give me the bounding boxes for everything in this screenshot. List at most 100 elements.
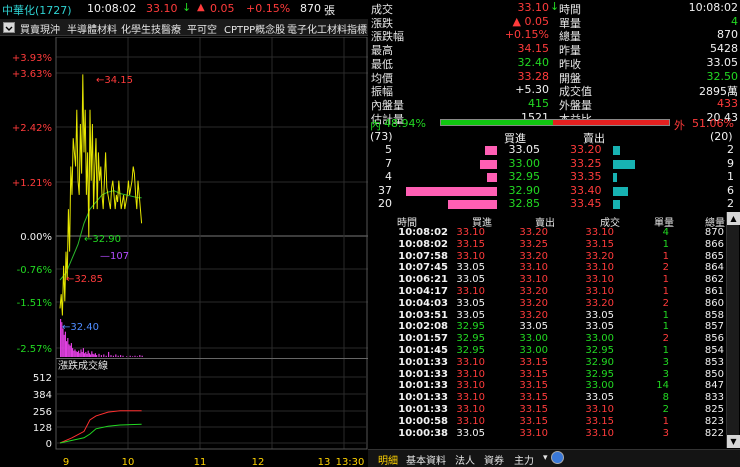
trade-price: 32.95 bbox=[585, 345, 614, 356]
sector-tag[interactable]: 化學生技醫療 bbox=[121, 21, 181, 36]
tab-menu-chevron-icon[interactable]: ▾ bbox=[543, 453, 548, 463]
bid-price[interactable]: 32.85 bbox=[509, 197, 541, 210]
trade-bid: 33.10 bbox=[456, 356, 485, 368]
tab-main-force[interactable]: 主力 bbox=[514, 452, 534, 467]
bid-total: (73) bbox=[370, 130, 393, 143]
trade-qty: 2 bbox=[662, 262, 669, 274]
trade-total: 864 bbox=[704, 262, 724, 274]
tab-basic-info[interactable]: 基本資料 bbox=[406, 452, 446, 467]
trade-qty: 1 bbox=[662, 286, 669, 297]
trade-ask: 33.20 bbox=[519, 227, 548, 238]
trade-price: 32.90 bbox=[585, 356, 614, 368]
volume-bar bbox=[72, 348, 74, 357]
ask-total: (20) bbox=[710, 130, 733, 143]
ask-price[interactable]: 33.25 bbox=[570, 157, 602, 170]
sub-y-tick-label: 128 bbox=[33, 423, 52, 434]
trade-qty: 1 bbox=[662, 321, 669, 333]
trade-table-scrollbar[interactable]: ▲ ▼ bbox=[726, 212, 740, 448]
trade-price: 33.10 bbox=[585, 262, 614, 274]
sector-tag[interactable]: 平可空 bbox=[187, 21, 217, 36]
sector-tag[interactable]: 電子化工材料指標 bbox=[287, 21, 367, 36]
bid-price[interactable]: 33.00 bbox=[509, 157, 541, 170]
trade-qty: 1 bbox=[662, 274, 669, 286]
volume-bar bbox=[88, 353, 90, 357]
bid-volume-bar bbox=[406, 186, 497, 196]
trade-qty: 14 bbox=[656, 380, 669, 392]
volume-bar bbox=[76, 351, 78, 357]
bid-price[interactable]: 33.05 bbox=[509, 143, 541, 156]
trade-bid: 33.10 bbox=[456, 380, 485, 392]
trade-price: 33.10 bbox=[585, 404, 614, 415]
trade-bid: 33.05 bbox=[456, 309, 485, 321]
volume-bar bbox=[108, 351, 110, 357]
ask-qty: 1 bbox=[727, 170, 734, 184]
trade-ask: 33.15 bbox=[519, 356, 548, 368]
trade-price: 33.10 bbox=[585, 427, 614, 439]
trade-price: 32.95 bbox=[585, 368, 614, 380]
ask-price[interactable]: 33.35 bbox=[570, 170, 602, 183]
ask-price[interactable]: 33.45 bbox=[570, 197, 602, 210]
trade-price: 33.15 bbox=[585, 415, 614, 427]
trade-qty: 3 bbox=[662, 356, 669, 368]
sector-tag[interactable]: CPTPP概念股 bbox=[224, 21, 285, 36]
y-tick-label: -2.57% bbox=[17, 344, 52, 355]
tab-institutional[interactable]: 法人 bbox=[455, 452, 475, 467]
volume-bar bbox=[66, 341, 68, 357]
volume-bar bbox=[85, 351, 87, 357]
trade-ask: 33.15 bbox=[519, 415, 548, 427]
trade-total: 860 bbox=[704, 297, 724, 309]
panel-tabs: 明細 基本資料 法人 資券 主力 ▾ bbox=[368, 449, 740, 467]
outer-pct: 51.06% bbox=[692, 117, 734, 130]
stock-name[interactable]: 中華化(1727) bbox=[2, 2, 72, 18]
trade-ask: 33.15 bbox=[519, 392, 548, 404]
trade-price: 33.05 bbox=[585, 321, 614, 333]
x-tick-label: 11 bbox=[194, 457, 207, 467]
y-tick-label: -1.51% bbox=[17, 298, 52, 309]
tab-margin[interactable]: 資券 bbox=[484, 452, 504, 467]
volume-bar bbox=[74, 349, 76, 357]
intraday-chart[interactable]: +3.93% +3.63% +2.42% +1.21% 0.00% -0.76% -1.51… bbox=[0, 37, 368, 467]
tab-detail[interactable]: 明細 bbox=[378, 452, 398, 467]
sector-tag[interactable]: 買賣現沖 bbox=[20, 21, 60, 36]
bid-price[interactable]: 32.90 bbox=[509, 184, 541, 197]
volume-bar bbox=[91, 351, 93, 357]
bid-price[interactable]: 32.95 bbox=[509, 170, 541, 183]
trade-total: 850 bbox=[704, 368, 724, 380]
outer-label: 外 bbox=[674, 119, 685, 132]
trade-ask: 33.10 bbox=[519, 262, 548, 274]
volume-bar bbox=[134, 355, 136, 357]
down-arrow-icon: ↓ bbox=[550, 0, 560, 13]
in-out-ratio-bar bbox=[440, 119, 670, 126]
trade-time: 10:02:08 bbox=[398, 321, 448, 333]
volume-bar bbox=[136, 356, 138, 357]
ask-volume-bar bbox=[613, 146, 621, 155]
ask-price[interactable]: 33.20 bbox=[570, 143, 602, 156]
y-tick-label: +3.63% bbox=[12, 69, 52, 80]
sector-dropdown-button[interactable] bbox=[3, 22, 15, 33]
volume-bar bbox=[100, 355, 102, 357]
volume-bar bbox=[112, 355, 114, 357]
trade-price: 33.20 bbox=[585, 297, 614, 309]
scroll-up-icon[interactable]: ▲ bbox=[727, 212, 740, 225]
volume-bar bbox=[87, 350, 89, 357]
globe-icon[interactable] bbox=[551, 451, 564, 464]
volume-bar bbox=[69, 345, 71, 357]
volume-bar bbox=[132, 356, 134, 357]
trade-ask: 33.00 bbox=[519, 345, 548, 356]
ask-price[interactable]: 33.40 bbox=[570, 184, 602, 197]
trade-total: 861 bbox=[704, 286, 724, 297]
sector-tag[interactable]: 半導體材料 bbox=[67, 21, 117, 36]
ask-volume-bar bbox=[613, 159, 635, 169]
header-change-pct: +0.15% bbox=[246, 2, 291, 15]
volume-bar bbox=[139, 355, 141, 357]
trade-time: 10:07:58 bbox=[398, 250, 448, 262]
y-tick-label: +2.42% bbox=[12, 123, 52, 134]
price-annotation: ←32.90 bbox=[84, 234, 121, 245]
volume-bar bbox=[70, 343, 72, 357]
trade-ask: 33.20 bbox=[519, 309, 548, 321]
trade-ask: 33.20 bbox=[519, 297, 548, 309]
trade-time: 10:00:58 bbox=[398, 415, 448, 427]
volume-bar bbox=[117, 355, 119, 357]
y-tick-label: -0.76% bbox=[17, 265, 52, 276]
scroll-down-icon[interactable]: ▼ bbox=[727, 435, 740, 448]
